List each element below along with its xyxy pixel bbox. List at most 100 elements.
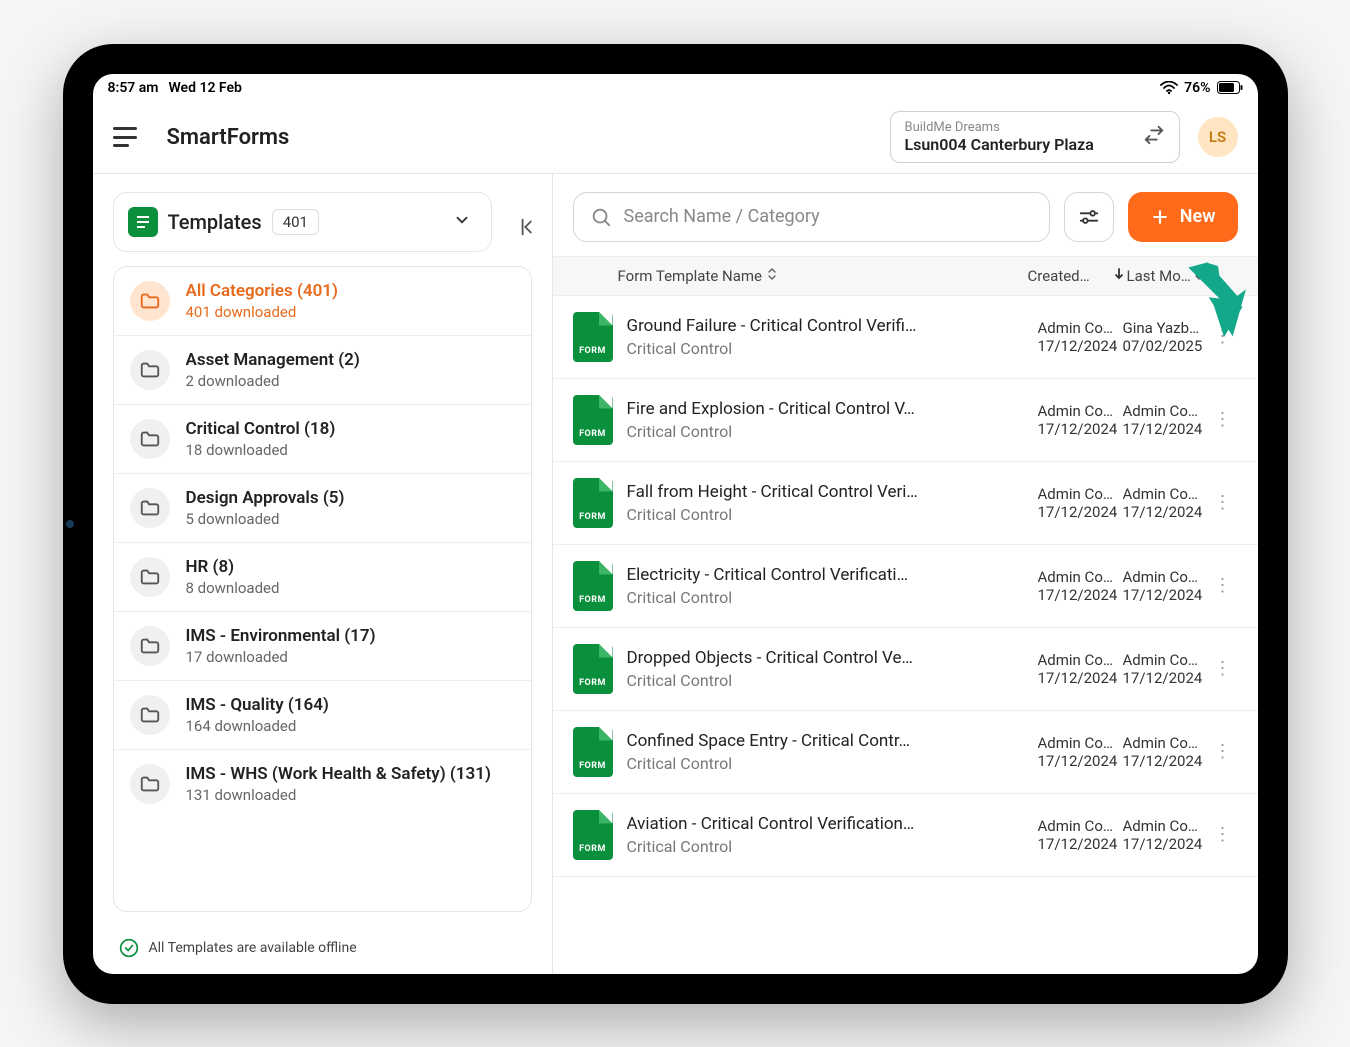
- row-actions-menu[interactable]: ⋮: [1208, 741, 1238, 762]
- table-row[interactable]: FORM Ground Failure - Critical Control V…: [553, 296, 1258, 379]
- category-title: IMS - WHS (Work Health & Safety) (131): [186, 764, 515, 784]
- new-button[interactable]: New: [1128, 192, 1238, 242]
- row-modified: Admin Co…17/12/2024: [1123, 651, 1208, 687]
- table-row[interactable]: FORM Fall from Height - Critical Control…: [553, 462, 1258, 545]
- row-created: Admin Co…17/12/2024: [1038, 568, 1123, 604]
- row-actions-menu[interactable]: ⋮: [1208, 824, 1238, 845]
- chevron-down-icon: [453, 211, 477, 233]
- categories-list: All Categories (401) 401 downloaded Asse…: [114, 267, 531, 911]
- swap-icon: [1143, 124, 1165, 150]
- row-modified: Gina Yazb…07/02/2025: [1123, 319, 1208, 355]
- row-title: Fire and Explosion - Critical Control V…: [627, 399, 1038, 419]
- row-modified: Admin Co…17/12/2024: [1123, 485, 1208, 521]
- templates-count: 401: [272, 209, 319, 235]
- row-created: Admin Co…17/12/2024: [1038, 651, 1123, 687]
- templates-label: Templates: [168, 210, 262, 234]
- search-input[interactable]: Search Name / Category: [573, 192, 1050, 242]
- header-name[interactable]: Form Template Name: [573, 267, 1028, 285]
- header-created[interactable]: Created…: [1028, 267, 1113, 285]
- category-item[interactable]: IMS - WHS (Work Health & Safety) (131) 1…: [114, 749, 531, 818]
- table-body: FORM Ground Failure - Critical Control V…: [553, 296, 1258, 974]
- table-row[interactable]: FORM Electricity - Critical Control Veri…: [553, 545, 1258, 628]
- row-actions-menu[interactable]: ⋮: [1208, 658, 1238, 679]
- avatar[interactable]: LS: [1198, 117, 1238, 157]
- form-icon: [128, 207, 158, 237]
- collapse-sidebar-icon[interactable]: [518, 216, 540, 242]
- category-item[interactable]: IMS - Quality (164) 164 downloaded: [114, 680, 531, 749]
- row-modified: Admin Co…17/12/2024: [1123, 402, 1208, 438]
- folder-icon: [130, 488, 170, 528]
- project-selector[interactable]: BuildMe Dreams Lsun004 Canterbury Plaza: [890, 111, 1180, 163]
- form-file-icon: FORM: [573, 478, 613, 528]
- folder-icon: [130, 281, 170, 321]
- category-title: Critical Control (18): [186, 419, 515, 439]
- category-item[interactable]: All Categories (401) 401 downloaded: [114, 267, 531, 335]
- form-file-icon: FORM: [573, 561, 613, 611]
- row-created: Admin Co…17/12/2024: [1038, 817, 1123, 853]
- category-item[interactable]: HR (8) 8 downloaded: [114, 542, 531, 611]
- form-file-icon: FORM: [573, 727, 613, 777]
- row-created: Admin Co…17/12/2024: [1038, 402, 1123, 438]
- row-created: Admin Co…17/12/2024: [1038, 485, 1123, 521]
- category-title: Asset Management (2): [186, 350, 515, 370]
- left-panel: Templates 401 All Cate: [93, 174, 553, 974]
- sort-down-icon: [1113, 267, 1125, 285]
- category-item[interactable]: Design Approvals (5) 5 downloaded: [114, 473, 531, 542]
- category-sub: 164 downloaded: [186, 717, 515, 735]
- form-file-icon: FORM: [573, 644, 613, 694]
- header-modified[interactable]: Last Mo…: [1113, 267, 1208, 285]
- row-title: Confined Space Entry - Critical Contr…: [627, 731, 1038, 751]
- category-title: HR (8): [186, 557, 515, 577]
- camera-dot: [66, 520, 74, 528]
- table-row[interactable]: FORM Aviation - Critical Control Verific…: [553, 794, 1258, 877]
- status-bar: 8:57 am Wed 12 Feb 76%: [93, 74, 1258, 102]
- search-placeholder: Search Name / Category: [624, 206, 820, 227]
- row-actions-menu[interactable]: ⋮: [1208, 492, 1238, 513]
- row-created: Admin Co…17/12/2024: [1038, 319, 1123, 355]
- row-actions-menu[interactable]: ⋮: [1208, 575, 1238, 596]
- category-title: IMS - Environmental (17): [186, 626, 515, 646]
- battery-icon: [1217, 81, 1243, 94]
- row-category: Critical Control: [627, 339, 1038, 358]
- row-actions-menu[interactable]: ⋮: [1208, 409, 1238, 430]
- category-sub: 2 downloaded: [186, 372, 515, 390]
- tablet-frame: 8:57 am Wed 12 Feb 76% SmartForms: [63, 44, 1288, 1004]
- folder-icon: [130, 557, 170, 597]
- filter-button[interactable]: [1064, 192, 1114, 242]
- row-modified: Admin Co…17/12/2024: [1123, 568, 1208, 604]
- category-sub: 18 downloaded: [186, 441, 515, 459]
- category-title: IMS - Quality (164): [186, 695, 515, 715]
- row-created: Admin Co…17/12/2024: [1038, 734, 1123, 770]
- table-row[interactable]: FORM Fire and Explosion - Critical Contr…: [553, 379, 1258, 462]
- table-row[interactable]: FORM Confined Space Entry - Critical Con…: [553, 711, 1258, 794]
- project-org: BuildMe Dreams: [905, 120, 1133, 135]
- row-category: Critical Control: [627, 754, 1038, 773]
- row-title: Electricity - Critical Control Verificat…: [627, 565, 1038, 585]
- row-title: Dropped Objects - Critical Control Ve…: [627, 648, 1038, 668]
- category-title: Design Approvals (5): [186, 488, 515, 508]
- status-date: Wed 12 Feb: [168, 80, 241, 96]
- offline-text: All Templates are available offline: [149, 940, 357, 956]
- app-title: SmartForms: [167, 125, 290, 150]
- row-actions-menu[interactable]: ⋮: [1208, 326, 1238, 347]
- offline-status: All Templates are available offline: [105, 926, 540, 962]
- row-modified: Admin Co…17/12/2024: [1123, 817, 1208, 853]
- folder-icon: [130, 695, 170, 735]
- category-sub: 8 downloaded: [186, 579, 515, 597]
- row-title: Fall from Height - Critical Control Veri…: [627, 482, 1038, 502]
- hamburger-menu-icon[interactable]: [113, 127, 137, 147]
- row-category: Critical Control: [627, 505, 1038, 524]
- status-battery: 76%: [1184, 80, 1210, 96]
- category-item[interactable]: Asset Management (2) 2 downloaded: [114, 335, 531, 404]
- row-category: Critical Control: [627, 837, 1038, 856]
- sort-icon: [1193, 267, 1205, 284]
- folder-icon: [130, 764, 170, 804]
- category-item[interactable]: IMS - Environmental (17) 17 downloaded: [114, 611, 531, 680]
- templates-dropdown[interactable]: Templates 401: [114, 193, 491, 251]
- table-header: Form Template Name Created… Last Mo…: [553, 256, 1258, 296]
- category-item[interactable]: Critical Control (18) 18 downloaded: [114, 404, 531, 473]
- row-title: Ground Failure - Critical Control Verifi…: [627, 316, 1038, 336]
- right-panel: Search Name / Category New Form Template…: [553, 174, 1258, 974]
- table-row[interactable]: FORM Dropped Objects - Critical Control …: [553, 628, 1258, 711]
- form-file-icon: FORM: [573, 810, 613, 860]
